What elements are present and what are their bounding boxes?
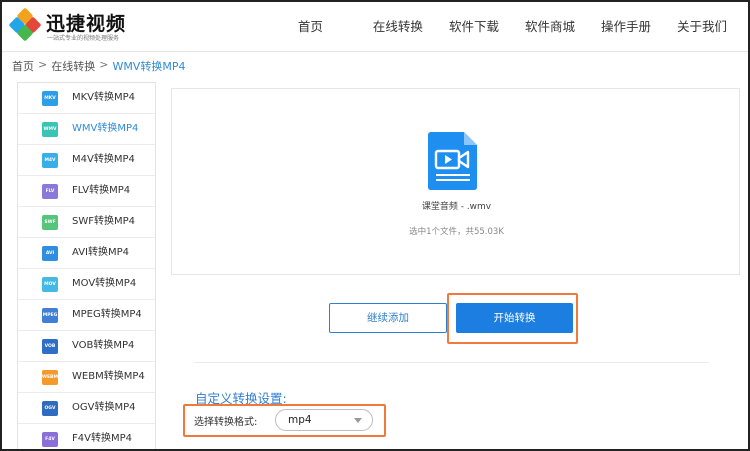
sidebar-item-webm[interactable]: WEBM WEBM转换MP4 [18, 362, 155, 393]
file-summary: 选中1个文件，共55.03K [409, 227, 504, 237]
sidebar-item-label: M4V转换MP4 [72, 154, 135, 165]
breadcrumb-separator: > [99, 58, 109, 71]
ogv-file-icon: OGV [42, 401, 58, 416]
brand-tagline: 一站式专业的视频处理服务 [47, 35, 120, 42]
breadcrumb-home[interactable]: 首页 [12, 58, 34, 74]
nav-item-software-store[interactable]: 软件商城 [512, 2, 588, 52]
brand-title: 迅捷视频 [46, 13, 127, 35]
sidebar-item-flv[interactable]: FLV FLV转换MP4 [18, 176, 155, 207]
sidebar-item-label: MOV转换MP4 [72, 278, 137, 289]
sidebar-item-label: MPEG转换MP4 [72, 309, 142, 320]
mkv-file-icon: MKV [42, 91, 58, 106]
site-logo[interactable]: 迅捷视频 一站式专业的视频处理服务 [8, 7, 160, 46]
swf-file-icon: SWF [42, 215, 58, 230]
format-value: mp4 [288, 414, 312, 426]
breadcrumb-separator: > [38, 58, 48, 71]
format-select[interactable]: mp4 [275, 409, 373, 431]
avi-file-icon: AVI [42, 246, 58, 261]
format-label: 选择转换格式: [194, 417, 258, 428]
nav-item-online-convert[interactable]: 在线转换 [360, 2, 436, 52]
nav-item-about[interactable]: 关于我们 [664, 2, 740, 52]
nav-item-manual[interactable]: 操作手册 [588, 2, 664, 52]
format-sidebar: MKV MKV转换MP4 WMV WMV转换MP4 M4V M4V转换MP4 F… [17, 82, 156, 449]
sidebar-item-m4v[interactable]: M4V M4V转换MP4 [18, 145, 155, 176]
nav-item-home[interactable]: 首页 [298, 2, 336, 52]
nav-item-software-download[interactable]: 软件下载 [436, 2, 512, 52]
f4v-file-icon: F4V [42, 432, 58, 447]
webm-file-icon: WEBM [42, 370, 58, 385]
continue-add-button[interactable]: 继续添加 [329, 303, 447, 333]
start-convert-button[interactable]: 开始转换 [456, 303, 573, 333]
mov-file-icon: MOV [42, 277, 58, 292]
sidebar-item-mov[interactable]: MOV MOV转换MP4 [18, 269, 155, 300]
sidebar-item-vob[interactable]: VOB VOB转换MP4 [18, 331, 155, 362]
file-name: 课堂音频 - .wmv [421, 202, 492, 212]
breadcrumb-online-convert[interactable]: 在线转换 [51, 58, 95, 74]
m4v-file-icon: M4V [42, 153, 58, 168]
sidebar-item-swf[interactable]: SWF SWF转换MP4 [18, 207, 155, 238]
sidebar-item-label: MKV转换MP4 [72, 92, 136, 103]
sidebar-item-label: OGV转换MP4 [72, 402, 136, 413]
upload-area[interactable]: 课堂音频 - .wmv 选中1个文件，共55.03K [171, 88, 740, 275]
sidebar-item-label: SWF转换MP4 [72, 216, 136, 227]
flv-file-icon: FLV [42, 184, 58, 199]
breadcrumb-current: WMV转换MP4 [112, 60, 186, 73]
caret-down-icon [354, 418, 362, 423]
sidebar-item-label: WEBM转换MP4 [72, 371, 145, 382]
logo-mark-icon [8, 7, 42, 42]
sidebar-item-label: F4V转换MP4 [72, 433, 132, 444]
mpeg-file-icon: MPEG [42, 308, 58, 323]
sidebar-item-mpeg[interactable]: MPEG MPEG转换MP4 [18, 300, 155, 331]
main-nav: 首页 在线转换 软件下载 软件商城 操作手册 关于我们 [298, 2, 740, 52]
sidebar-item-wmv[interactable]: WMV WMV转换MP4 [18, 114, 155, 145]
page-frame: 迅捷视频 一站式专业的视频处理服务 首页 在线转换 软件下载 软件商城 操作手册… [0, 0, 750, 451]
vob-file-icon: VOB [42, 339, 58, 354]
wmv-file-icon: WMV [42, 122, 58, 137]
settings-title: 自定义转换设置: [195, 391, 287, 406]
sidebar-item-mkv[interactable]: MKV MKV转换MP4 [18, 83, 155, 114]
sidebar-item-label: FLV转换MP4 [72, 185, 131, 196]
sidebar-item-avi[interactable]: AVI AVI转换MP4 [18, 238, 155, 269]
sidebar-item-label: VOB转换MP4 [72, 340, 135, 351]
sidebar-item-f4v[interactable]: F4V F4V转换MP4 [18, 424, 155, 449]
sidebar-item-ogv[interactable]: OGV OGV转换MP4 [18, 393, 155, 424]
divider [194, 362, 709, 363]
breadcrumb: 首页 > 在线转换 > WMV转换MP4 [12, 58, 185, 74]
site-header: 迅捷视频 一站式专业的视频处理服务 首页 在线转换 软件下载 软件商城 操作手册… [2, 2, 748, 52]
sidebar-item-label: AVI转换MP4 [72, 247, 130, 258]
sidebar-item-label: WMV转换MP4 [72, 123, 139, 134]
video-file-icon [428, 132, 477, 190]
